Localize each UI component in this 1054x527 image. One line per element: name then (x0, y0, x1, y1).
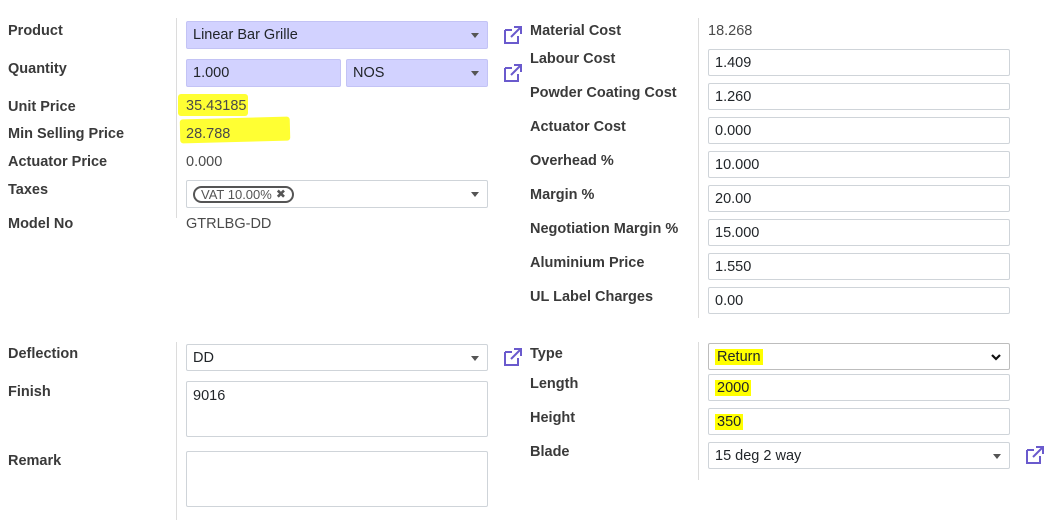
taxes-label: Taxes (8, 182, 49, 198)
negotiation-margin-input[interactable]: 15.000 (708, 219, 1010, 246)
model-no-label: Model No (8, 216, 74, 232)
aluminium-price-label: Aluminium Price (530, 255, 645, 271)
product-select[interactable]: Linear Bar Grille (186, 21, 488, 49)
overhead-input[interactable]: 10.000 (708, 151, 1010, 178)
powder-coating-cost-label: Powder Coating Cost (530, 85, 677, 101)
external-link-icon[interactable] (502, 24, 524, 46)
powder-coating-cost-value: 1.260 (715, 88, 752, 105)
labour-cost-input[interactable]: 1.409 (708, 49, 1010, 76)
height-input[interactable]: 350 (708, 408, 1010, 435)
length-label: Length (530, 376, 579, 392)
lower-left-separator (176, 342, 177, 520)
quantity-value: 1.000 (193, 65, 230, 81)
unit-price-value: 35.43185 (186, 98, 247, 114)
negotiation-margin-label: Negotiation Margin % (530, 221, 679, 237)
external-link-icon[interactable] (1024, 444, 1046, 466)
labour-cost-value: 1.409 (715, 54, 752, 71)
powder-coating-cost-input[interactable]: 1.260 (708, 83, 1010, 110)
right-column-separator (698, 18, 699, 318)
margin-label: Margin % (530, 187, 595, 203)
actuator-price-label: Actuator Price (8, 154, 108, 170)
blade-value: 15 deg 2 way (715, 447, 802, 464)
aluminium-price-input[interactable]: 1.550 (708, 253, 1010, 280)
aluminium-price-value: 1.550 (715, 258, 752, 275)
uom-select[interactable]: NOS (346, 59, 488, 87)
actuator-cost-input[interactable]: 0.000 (708, 117, 1010, 144)
caret-down-icon[interactable] (993, 453, 1001, 459)
margin-input[interactable]: 20.00 (708, 185, 1010, 212)
remark-label: Remark (8, 453, 62, 469)
uom-value: NOS (353, 65, 385, 81)
ul-label-charges-label: UL Label Charges (530, 289, 654, 305)
min-selling-price-label: Min Selling Price (8, 126, 125, 142)
external-link-icon[interactable] (502, 346, 524, 368)
type-select[interactable]: Return (708, 343, 1010, 370)
height-label: Height (530, 410, 576, 426)
margin-value: 20.00 (715, 190, 752, 207)
labour-cost-label: Labour Cost (530, 51, 616, 67)
close-icon[interactable]: ✖ (276, 187, 286, 201)
left-column-separator (176, 18, 177, 218)
deflection-label: Deflection (8, 346, 79, 362)
overhead-value: 10.000 (715, 156, 760, 173)
lower-right-separator (698, 342, 699, 480)
unit-price-label: Unit Price (8, 99, 76, 115)
tax-tag-label: VAT 10.00% (201, 186, 272, 202)
external-link-icon[interactable] (502, 62, 524, 84)
finish-value: 9016 (193, 388, 226, 404)
finish-textarea[interactable]: 9016 (186, 381, 488, 437)
negotiation-margin-value: 15.000 (715, 224, 760, 241)
actuator-price-value: 0.000 (186, 154, 223, 170)
blade-label: Blade (530, 444, 570, 460)
product-label: Product (8, 23, 63, 39)
type-value: Return (715, 348, 763, 365)
length-input[interactable]: 2000 (708, 374, 1010, 401)
overhead-label: Overhead % (530, 153, 614, 169)
type-label: Type (530, 346, 563, 362)
deflection-value: DD (193, 349, 214, 366)
caret-down-icon[interactable] (471, 71, 479, 76)
actuator-cost-value: 0.000 (715, 122, 752, 139)
product-value: Linear Bar Grille (193, 27, 298, 43)
quantity-label: Quantity (8, 61, 67, 77)
length-value: 2000 (715, 379, 752, 396)
material-cost-label: Material Cost (530, 23, 622, 39)
caret-down-icon[interactable] (471, 192, 479, 197)
taxes-field[interactable]: VAT 10.00% ✖ (186, 180, 488, 208)
finish-label: Finish (8, 384, 51, 400)
blade-select[interactable]: 15 deg 2 way (708, 442, 1010, 469)
material-cost-value: 18.268 (708, 23, 753, 39)
chevron-down-icon[interactable] (990, 351, 1002, 363)
deflection-select[interactable]: DD (186, 344, 488, 371)
ul-label-charges-value: 0.00 (715, 292, 744, 309)
quantity-input[interactable]: 1.000 (186, 59, 341, 87)
model-no-value: GTRLBG-DD (186, 216, 272, 232)
actuator-cost-label: Actuator Cost (530, 119, 626, 135)
remark-textarea[interactable] (186, 451, 488, 507)
caret-down-icon[interactable] (471, 355, 479, 361)
tax-tag: VAT 10.00% ✖ (193, 185, 294, 203)
height-value: 350 (715, 413, 744, 430)
caret-down-icon[interactable] (471, 33, 479, 38)
ul-label-charges-input[interactable]: 0.00 (708, 287, 1010, 314)
min-selling-price-value: 28.788 (186, 126, 231, 142)
